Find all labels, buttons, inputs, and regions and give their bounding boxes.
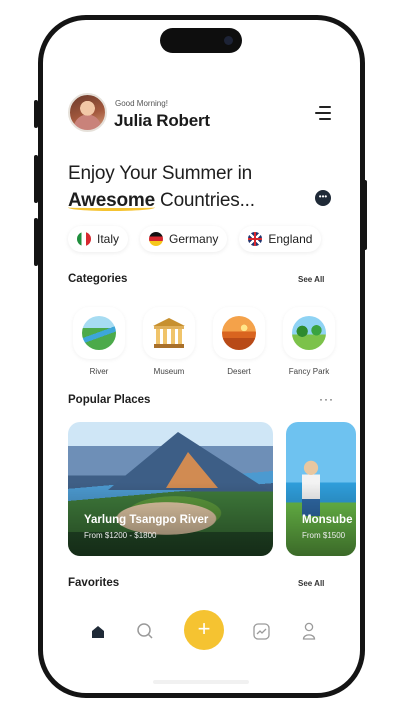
more-options-icon[interactable]: ••• bbox=[315, 190, 331, 206]
add-button[interactable]: + bbox=[184, 610, 224, 650]
park-icon bbox=[292, 316, 326, 350]
search-icon[interactable] bbox=[136, 622, 154, 640]
category-label: Museum bbox=[153, 367, 185, 376]
categories-see-all-link[interactable]: See All bbox=[298, 275, 324, 284]
museum-icon bbox=[153, 318, 185, 348]
popular-more-icon[interactable]: ··· bbox=[319, 392, 334, 406]
headline-line1: Enjoy Your Summer in bbox=[68, 163, 252, 184]
home-indicator bbox=[153, 680, 249, 684]
chip-label: Italy bbox=[97, 232, 120, 246]
place-price: From $1500 bbox=[302, 531, 346, 540]
category-label: River bbox=[89, 367, 109, 376]
phone-frame: Good Morning! Julia Robert Enjoy Your Su… bbox=[38, 15, 365, 698]
categories-list: River Museum Desert Fancy Park bbox=[73, 307, 335, 376]
headline-line2: Awesome Countries... bbox=[68, 187, 255, 214]
category-desert[interactable]: Desert bbox=[213, 307, 265, 376]
chip-label: England bbox=[268, 232, 313, 246]
category-tile bbox=[213, 307, 265, 359]
country-chips: Italy Germany England bbox=[68, 226, 322, 252]
chip-italy[interactable]: Italy bbox=[68, 226, 129, 252]
headline-line2-rest: Countries... bbox=[154, 190, 255, 211]
italy-flag-icon bbox=[77, 232, 91, 246]
headline: Enjoy Your Summer in Awesome Countries..… bbox=[68, 160, 255, 214]
chip-germany[interactable]: Germany bbox=[140, 226, 228, 252]
avatar[interactable] bbox=[68, 93, 107, 132]
home-icon[interactable] bbox=[90, 624, 106, 640]
category-label: Fancy Park bbox=[288, 367, 330, 376]
desert-icon bbox=[222, 316, 256, 350]
camera-icon bbox=[224, 36, 233, 45]
category-tile bbox=[283, 307, 335, 359]
stats-icon[interactable] bbox=[253, 623, 270, 640]
category-museum[interactable]: Museum bbox=[143, 307, 195, 376]
bottom-nav: + bbox=[43, 608, 360, 658]
greeting-text: Good Morning! bbox=[115, 99, 168, 108]
menu-icon[interactable] bbox=[315, 106, 331, 120]
england-flag-icon bbox=[248, 232, 263, 246]
category-tile bbox=[143, 307, 195, 359]
favorites-title: Favorites bbox=[68, 577, 120, 589]
chip-label: Germany bbox=[169, 232, 219, 246]
chip-england[interactable]: England bbox=[239, 226, 322, 252]
germany-flag-icon bbox=[149, 232, 164, 246]
dynamic-island bbox=[160, 28, 242, 53]
place-price: From $1200 - $1800 bbox=[84, 531, 157, 540]
place-name: Monsube bbox=[302, 514, 353, 526]
headline-accent: Awesome bbox=[68, 190, 155, 211]
place-card[interactable]: Yarlung Tsangpo River From $1200 - $1800 bbox=[68, 422, 273, 556]
river-icon bbox=[82, 316, 116, 350]
category-fancy-park[interactable]: Fancy Park bbox=[283, 307, 335, 376]
favorites-see-all-link[interactable]: See All bbox=[298, 579, 324, 588]
user-name: Julia Robert bbox=[114, 111, 210, 130]
category-tile bbox=[73, 307, 125, 359]
category-river[interactable]: River bbox=[73, 307, 125, 376]
place-name: Yarlung Tsangpo River bbox=[84, 514, 209, 526]
categories-title: Categories bbox=[68, 273, 128, 285]
popular-places-title: Popular Places bbox=[68, 394, 151, 406]
profile-icon[interactable] bbox=[302, 622, 316, 640]
category-label: Desert bbox=[227, 367, 251, 376]
place-card[interactable]: Monsube From $1500 bbox=[286, 422, 356, 556]
